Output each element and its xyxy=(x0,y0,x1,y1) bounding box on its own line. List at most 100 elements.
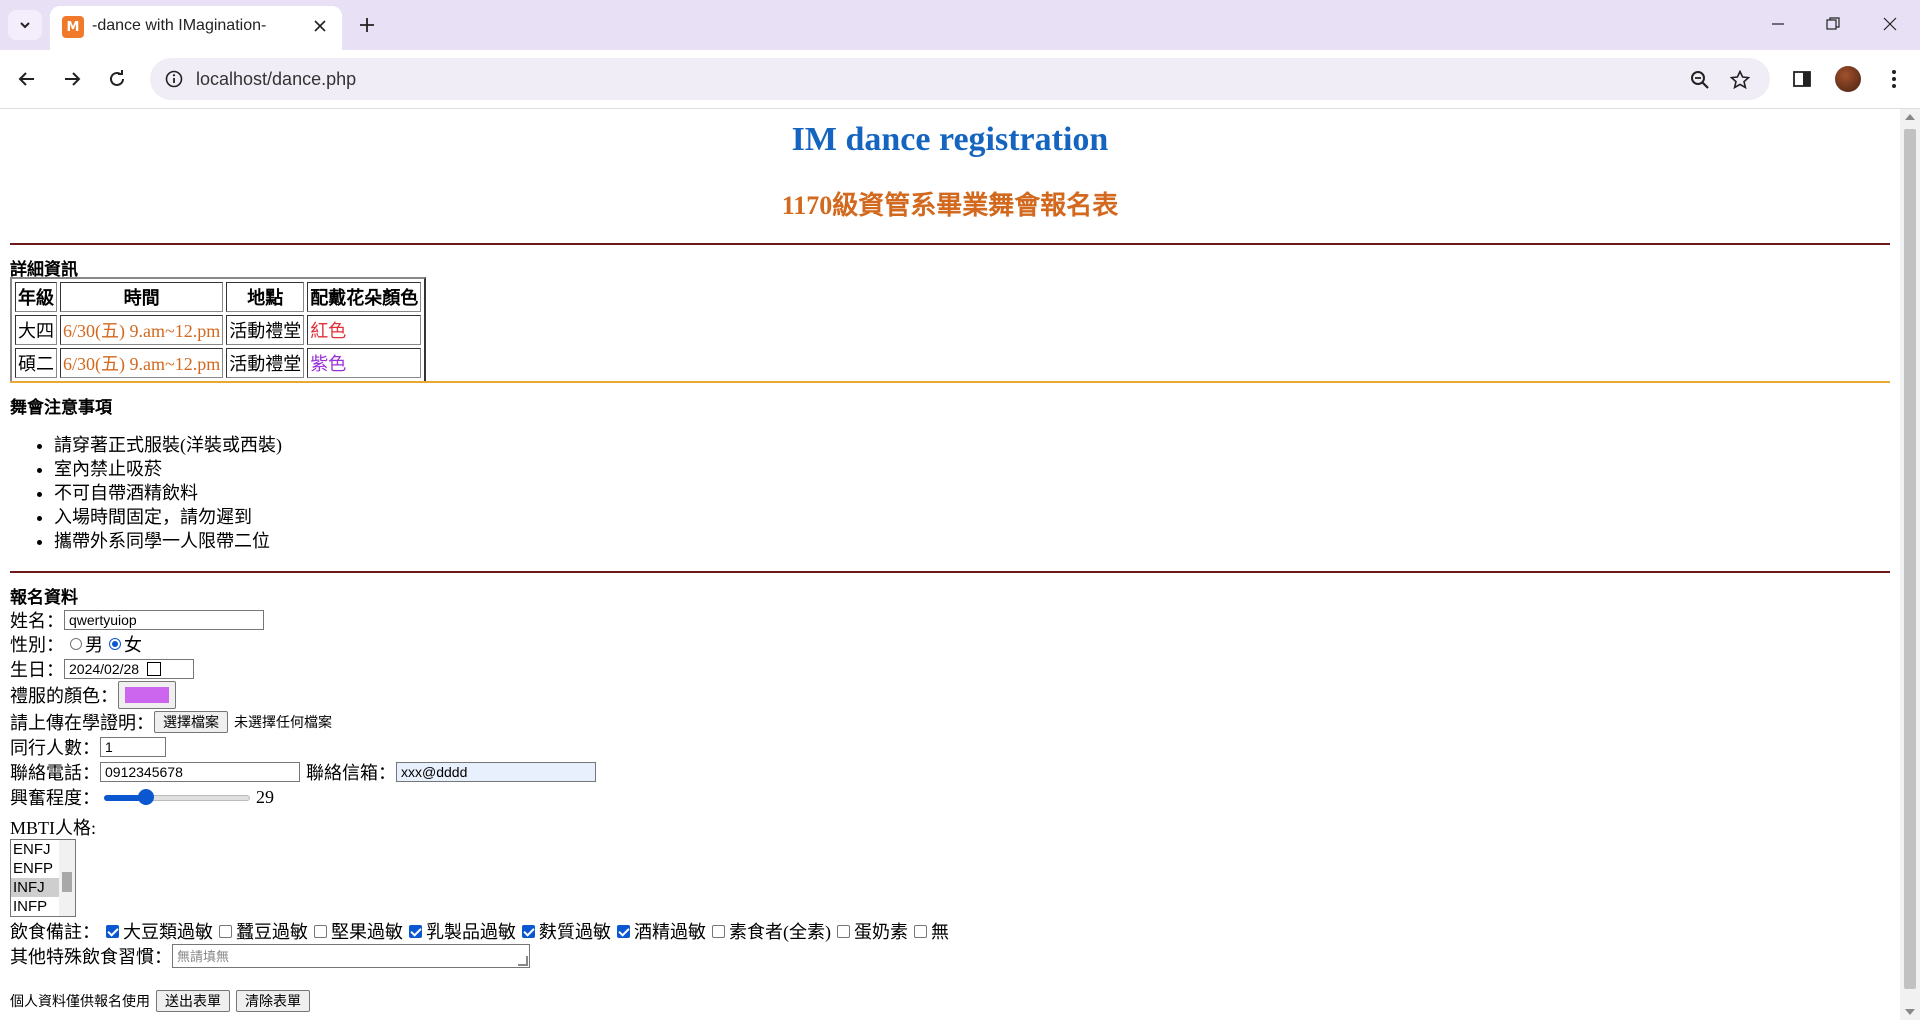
place-cell: 活動禮堂 xyxy=(226,315,305,345)
minimize-button[interactable] xyxy=(1758,8,1798,40)
gender-male-radio[interactable] xyxy=(70,638,82,650)
table-header: 年級 xyxy=(15,282,57,312)
phone-label: 聯絡電話： xyxy=(10,763,100,783)
other-diet-textarea[interactable]: 無請填無 xyxy=(172,944,530,968)
avatar xyxy=(1835,66,1861,92)
gender-female-radio[interactable] xyxy=(109,638,121,650)
tab-close-button[interactable] xyxy=(308,14,332,38)
companions-input[interactable]: 1 xyxy=(100,737,166,757)
birthday-label: 生日： xyxy=(10,660,64,680)
url-text: localhost/dance.php xyxy=(196,69,357,89)
mbti-select[interactable]: ENFJ ENFP INFJ INFP xyxy=(10,839,76,917)
choose-file-button[interactable]: 選擇檔案 xyxy=(154,711,228,733)
excitement-slider[interactable] xyxy=(104,787,250,807)
submit-row: 個人資料僅供報名使用 送出表單 清除表單 xyxy=(10,990,310,1012)
birthday-input[interactable]: 2024/02/28 xyxy=(64,659,194,679)
scroll-down-icon[interactable] xyxy=(1905,1009,1915,1015)
address-bar[interactable]: localhost/dance.php xyxy=(150,58,1770,100)
diet-checkbox[interactable] xyxy=(314,924,327,938)
excitement-row: 興奮程度： 29 xyxy=(10,784,274,810)
gender-label: 性別： xyxy=(10,635,64,655)
table-header-row: 年級 時間 地點 配戴花朵顏色 xyxy=(15,282,422,312)
page-viewport: IM dance registration 1170級資管系畢業舞會報名表 詳細… xyxy=(0,109,1900,1020)
more-vertical-icon xyxy=(1892,70,1896,88)
privacy-note: 個人資料僅供報名使用 xyxy=(10,994,150,1010)
flower-color-cell: 紫色 xyxy=(307,348,422,378)
mbti-label: MBTI人格: xyxy=(10,818,97,838)
place-cell: 活動禮堂 xyxy=(226,348,305,378)
restore-button[interactable] xyxy=(1813,8,1853,40)
menu-button[interactable] xyxy=(1877,62,1911,96)
other-diet-label: 其他特殊飲食習慣： xyxy=(10,947,172,967)
diet-checkbox[interactable] xyxy=(409,924,422,938)
other-diet-row: 其他特殊飲食習慣： 無請填無 xyxy=(10,943,530,969)
diet-checkbox[interactable] xyxy=(522,924,535,938)
scroll-up-icon[interactable] xyxy=(1905,114,1915,120)
chevron-down-icon xyxy=(20,22,30,29)
diet-checkbox[interactable] xyxy=(837,924,850,938)
restore-icon xyxy=(1826,17,1840,30)
zoom-icon[interactable] xyxy=(1686,66,1714,94)
birthday-value: 2024/02/28 xyxy=(69,661,140,677)
upload-row: 請上傳在學證明： 選擇檔案 未選擇任何檔案 xyxy=(10,709,332,735)
name-row: 姓名： qwertyuiop xyxy=(10,607,264,633)
diet-checkbox[interactable] xyxy=(219,924,232,938)
close-icon xyxy=(314,20,326,32)
submit-button[interactable]: 送出表單 xyxy=(156,990,230,1012)
new-tab-button[interactable] xyxy=(352,10,382,40)
reload-icon xyxy=(110,70,124,86)
excitement-value: 29 xyxy=(256,786,274,807)
diet-row: 飲食備註： 大豆類過敏 蠶豆過敏 堅果過敏 乳製品過敏 麩質過敏 酒精過敏 素食者(全素) 蛋… xyxy=(10,918,949,944)
diet-option-label: 乳製品過敏 xyxy=(426,922,516,942)
browser-toolbar: localhost/dance.php xyxy=(0,50,1920,109)
diet-label: 飲食備註： xyxy=(10,922,100,942)
mbti-row: MBTI人格: xyxy=(10,814,96,840)
tab-search-button[interactable] xyxy=(8,10,42,40)
resize-grip-icon[interactable] xyxy=(518,956,528,966)
gender-male-label: 男 xyxy=(85,635,103,655)
close-window-button[interactable] xyxy=(1870,8,1910,40)
name-label: 姓名： xyxy=(10,611,64,631)
notes-list: 請穿著正式服裝(洋裝或西裝) 室內禁止吸菸 不可自帶酒精飲料 入場時間固定，請勿… xyxy=(10,433,282,553)
profile-avatar[interactable] xyxy=(1831,62,1865,96)
back-button[interactable] xyxy=(10,62,44,96)
phone-input[interactable]: 0912345678 xyxy=(100,762,300,782)
list-item: 不可自帶酒精飲料 xyxy=(54,481,282,505)
reload-button[interactable] xyxy=(100,62,134,96)
browser-titlebar: M -dance with IMagination- xyxy=(0,0,1920,50)
diet-option-label: 堅果過敏 xyxy=(331,922,403,942)
dress-color-label: 禮服的顏色： xyxy=(10,686,118,706)
textarea-placeholder: 無請填無 xyxy=(177,950,230,965)
contact-row: 聯絡電話： 0912345678 聯絡信箱： xxx@dddd xyxy=(10,759,596,785)
diet-option-label: 大豆類過敏 xyxy=(123,922,213,942)
tab-title: -dance with IMagination- xyxy=(92,17,267,34)
bookmark-star-icon[interactable] xyxy=(1726,66,1754,94)
diet-option-label: 無 xyxy=(931,922,949,942)
time-cell: 6/30(五) 9.am~12.pm xyxy=(60,315,224,345)
companions-label: 同行人數： xyxy=(10,738,100,758)
diet-options: 大豆類過敏 蠶豆過敏 堅果過敏 乳製品過敏 麩質過敏 酒精過敏 素食者(全素) 蛋奶素 無 xyxy=(100,918,949,944)
browser-tab[interactable]: M -dance with IMagination- xyxy=(50,6,342,50)
page-scrollbar[interactable] xyxy=(1900,109,1920,1020)
listbox-scrollbar[interactable] xyxy=(59,840,75,916)
arrow-right-icon xyxy=(65,72,81,86)
calendar-icon[interactable] xyxy=(147,662,162,676)
diet-checkbox[interactable] xyxy=(712,924,725,938)
diet-checkbox[interactable] xyxy=(914,924,927,938)
scrollbar-thumb[interactable] xyxy=(1904,129,1916,989)
diet-checkbox[interactable] xyxy=(617,924,630,938)
forward-button[interactable] xyxy=(55,62,89,96)
diet-checkbox[interactable] xyxy=(106,924,119,938)
side-panel-icon[interactable] xyxy=(1785,62,1819,96)
diet-option-label: 麩質過敏 xyxy=(539,922,611,942)
excitement-label: 興奮程度： xyxy=(10,788,100,808)
birthday-row: 生日： 2024/02/28 xyxy=(10,656,194,682)
site-info-icon[interactable] xyxy=(162,67,186,91)
email-input[interactable]: xxx@dddd xyxy=(396,762,596,782)
slider-knob[interactable] xyxy=(138,789,155,805)
name-input[interactable]: qwertyuiop xyxy=(64,610,264,630)
dress-color-picker[interactable] xyxy=(118,681,176,709)
reset-button[interactable]: 清除表單 xyxy=(236,990,310,1012)
upload-label: 請上傳在學證明： xyxy=(10,713,154,733)
divider xyxy=(10,381,1890,383)
